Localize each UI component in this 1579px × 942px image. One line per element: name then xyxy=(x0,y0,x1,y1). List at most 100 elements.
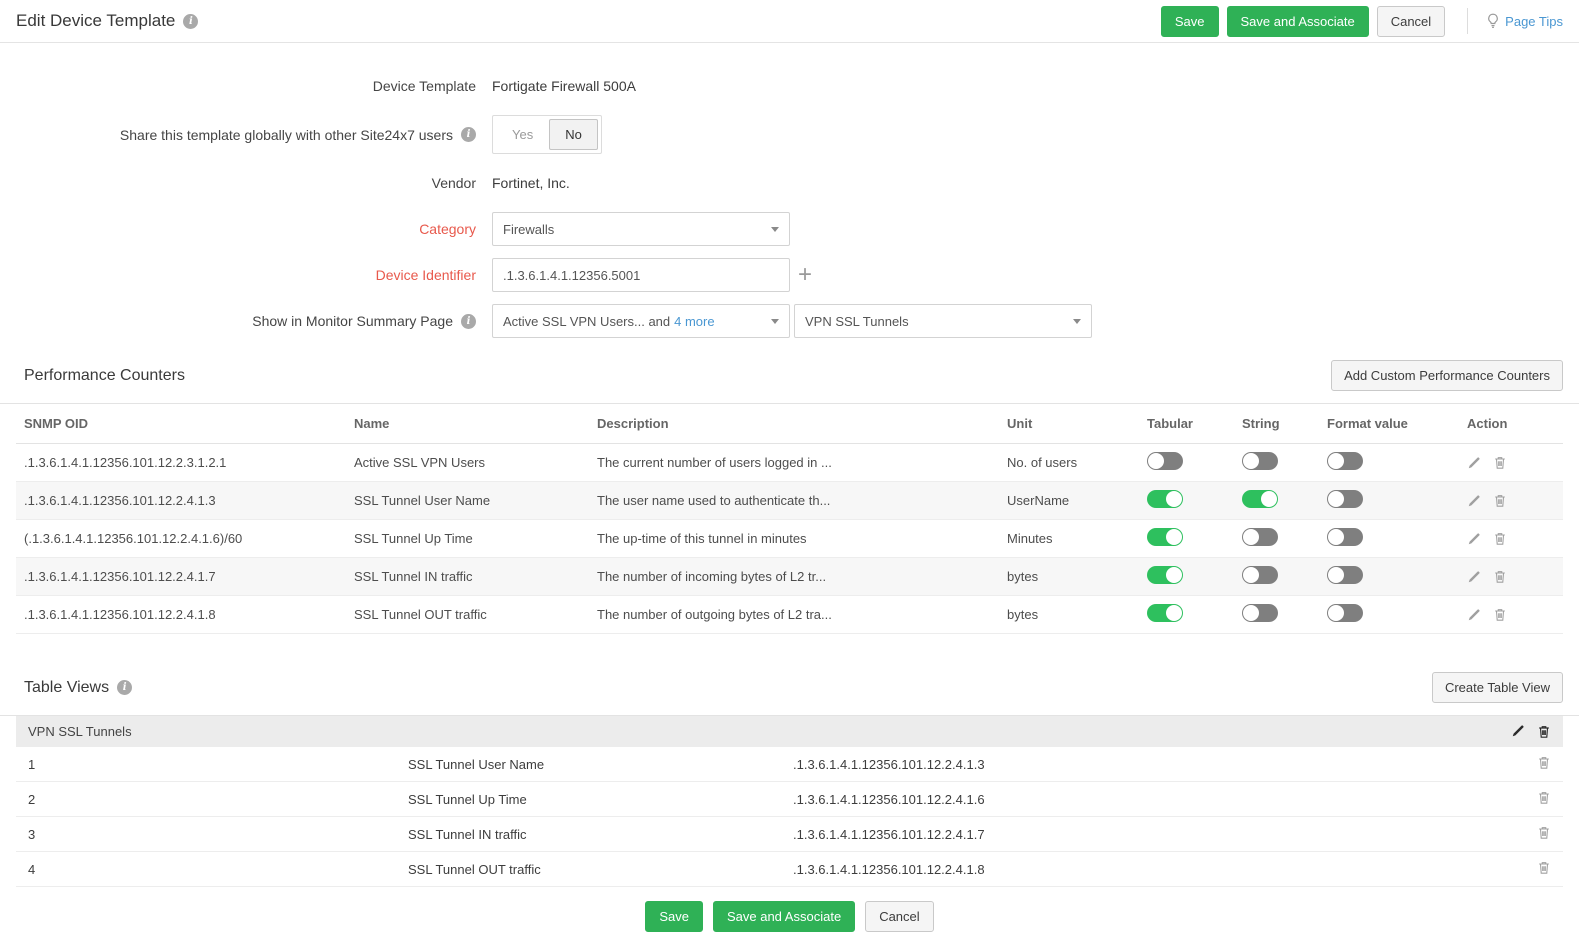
cell-oid: .1.3.6.1.4.1.12356.101.12.2.4.1.6 xyxy=(781,792,1523,807)
divider xyxy=(1467,8,1468,34)
cell-oid: .1.3.6.1.4.1.12356.101.12.2.4.1.7 xyxy=(781,827,1523,842)
top-bar: Edit Device Template i Save Save and Ass… xyxy=(0,0,1579,43)
top-bar-actions: Save Save and Associate Cancel Page Tips xyxy=(1161,6,1563,37)
string-toggle[interactable] xyxy=(1242,490,1278,508)
edit-icon[interactable] xyxy=(1467,608,1481,622)
delete-icon[interactable] xyxy=(1537,724,1551,739)
delete-icon[interactable] xyxy=(1493,569,1507,584)
delete-icon[interactable] xyxy=(1493,493,1507,508)
column-header-snmp-oid: SNMP OID xyxy=(16,416,346,431)
footer-actions: Save Save and Associate Cancel xyxy=(0,901,1579,932)
cell-oid: .1.3.6.1.4.1.12356.101.12.2.4.1.3 xyxy=(781,757,1523,772)
cell-unit: bytes xyxy=(999,569,1139,584)
info-icon[interactable]: i xyxy=(461,127,476,142)
string-toggle[interactable] xyxy=(1242,528,1278,546)
cell-index: 3 xyxy=(16,827,396,842)
table-header-row: SNMP OID Name Description Unit Tabular S… xyxy=(16,404,1563,444)
cell-index: 1 xyxy=(16,757,396,772)
share-no-option[interactable]: No xyxy=(549,119,598,150)
form-row-monitor-summary: Show in Monitor Summary Page i Active SS… xyxy=(0,304,1579,338)
format-value-toggle[interactable] xyxy=(1327,528,1363,546)
save-button[interactable]: Save xyxy=(645,901,703,932)
edit-icon[interactable] xyxy=(1467,570,1481,584)
table-views-title-text: Table Views xyxy=(24,679,109,697)
monitor-summary-label: Show in Monitor Summary Page i xyxy=(0,313,492,329)
edit-icon[interactable] xyxy=(1467,494,1481,508)
format-value-toggle[interactable] xyxy=(1327,566,1363,584)
table-views-title: Table Views i xyxy=(24,679,132,697)
save-and-associate-button[interactable]: Save and Associate xyxy=(1227,6,1369,37)
string-toggle[interactable] xyxy=(1242,452,1278,470)
create-table-view-button[interactable]: Create Table View xyxy=(1432,672,1563,703)
category-select[interactable]: Firewalls xyxy=(492,212,790,246)
page-tips-link[interactable]: Page Tips xyxy=(1486,13,1563,29)
tabular-toggle[interactable] xyxy=(1147,566,1183,584)
cancel-button[interactable]: Cancel xyxy=(865,901,933,932)
tabular-toggle[interactable] xyxy=(1147,452,1183,470)
cell-index: 4 xyxy=(16,862,396,877)
format-value-toggle[interactable] xyxy=(1327,452,1363,470)
summary-counters-select[interactable]: Active SSL VPN Users... and 4 more xyxy=(492,304,790,338)
share-toggle-group: Yes No xyxy=(492,115,602,154)
info-icon[interactable]: i xyxy=(461,314,476,329)
delete-icon[interactable] xyxy=(1537,755,1551,770)
edit-icon[interactable] xyxy=(1467,456,1481,470)
more-counters-link[interactable]: 4 more xyxy=(674,314,714,329)
delete-icon[interactable] xyxy=(1493,607,1507,622)
add-identifier-button[interactable]: + xyxy=(798,263,812,287)
table-row: .1.3.6.1.4.1.12356.101.12.2.3.1.2.1 Acti… xyxy=(16,444,1563,482)
cell-name: Active SSL VPN Users xyxy=(346,455,589,470)
delete-icon[interactable] xyxy=(1493,531,1507,546)
device-template-value: Fortigate Firewall 500A xyxy=(492,78,636,94)
table-row: .1.3.6.1.4.1.12356.101.12.2.4.1.7 SSL Tu… xyxy=(16,558,1563,596)
delete-icon[interactable] xyxy=(1537,860,1551,875)
chevron-down-icon xyxy=(771,227,779,232)
table-view-group-bar: VPN SSL Tunnels xyxy=(16,716,1563,747)
share-label: Share this template globally with other … xyxy=(0,127,492,143)
format-value-toggle[interactable] xyxy=(1327,490,1363,508)
delete-icon[interactable] xyxy=(1537,790,1551,805)
edit-icon[interactable] xyxy=(1511,724,1525,739)
table-body: .1.3.6.1.4.1.12356.101.12.2.3.1.2.1 Acti… xyxy=(16,444,1563,634)
cell-counter-name: SSL Tunnel IN traffic xyxy=(396,827,781,842)
delete-icon[interactable] xyxy=(1493,455,1507,470)
table-row: .1.3.6.1.4.1.12356.101.12.2.4.1.3 SSL Tu… xyxy=(16,482,1563,520)
save-and-associate-button[interactable]: Save and Associate xyxy=(713,901,855,932)
share-label-text: Share this template globally with other … xyxy=(120,127,453,143)
page-title: Edit Device Template xyxy=(16,11,175,31)
summary-counters-value: Active SSL VPN Users... and xyxy=(503,314,670,329)
performance-counters-section: Performance Counters Add Custom Performa… xyxy=(0,360,1579,634)
cell-description: The number of incoming bytes of L2 tr... xyxy=(589,569,999,584)
tabular-toggle[interactable] xyxy=(1147,604,1183,622)
column-header-tabular: Tabular xyxy=(1139,416,1234,431)
column-header-string: String xyxy=(1234,416,1319,431)
cell-snmp-oid: .1.3.6.1.4.1.12356.101.12.2.3.1.2.1 xyxy=(16,455,346,470)
format-value-toggle[interactable] xyxy=(1327,604,1363,622)
form-row-share: Share this template globally with other … xyxy=(0,115,1579,154)
cancel-button[interactable]: Cancel xyxy=(1377,6,1445,37)
string-toggle[interactable] xyxy=(1242,604,1278,622)
add-custom-performance-counters-button[interactable]: Add Custom Performance Counters xyxy=(1331,360,1563,391)
string-toggle[interactable] xyxy=(1242,566,1278,584)
edit-icon[interactable] xyxy=(1467,532,1481,546)
info-icon[interactable]: i xyxy=(117,680,132,695)
info-icon[interactable]: i xyxy=(183,14,198,29)
delete-icon[interactable] xyxy=(1537,825,1551,840)
share-yes-option[interactable]: Yes xyxy=(496,119,549,150)
tabular-toggle[interactable] xyxy=(1147,528,1183,546)
column-header-description: Description xyxy=(589,416,999,431)
device-identifier-input[interactable] xyxy=(492,258,790,292)
table-row: 3 SSL Tunnel IN traffic .1.3.6.1.4.1.123… xyxy=(16,817,1563,852)
category-label: Category xyxy=(0,221,492,237)
tabular-toggle[interactable] xyxy=(1147,490,1183,508)
performance-counters-table: SNMP OID Name Description Unit Tabular S… xyxy=(16,404,1563,634)
cell-unit: No. of users xyxy=(999,455,1139,470)
summary-tableview-select[interactable]: VPN SSL Tunnels xyxy=(794,304,1092,338)
table-view-rows: 1 SSL Tunnel User Name .1.3.6.1.4.1.1235… xyxy=(16,747,1563,887)
cell-name: SSL Tunnel Up Time xyxy=(346,531,589,546)
lightbulb-icon xyxy=(1486,13,1500,29)
save-button[interactable]: Save xyxy=(1161,6,1219,37)
performance-counters-header: Performance Counters Add Custom Performa… xyxy=(0,360,1579,404)
column-header-unit: Unit xyxy=(999,416,1139,431)
table-row: 1 SSL Tunnel User Name .1.3.6.1.4.1.1235… xyxy=(16,747,1563,782)
